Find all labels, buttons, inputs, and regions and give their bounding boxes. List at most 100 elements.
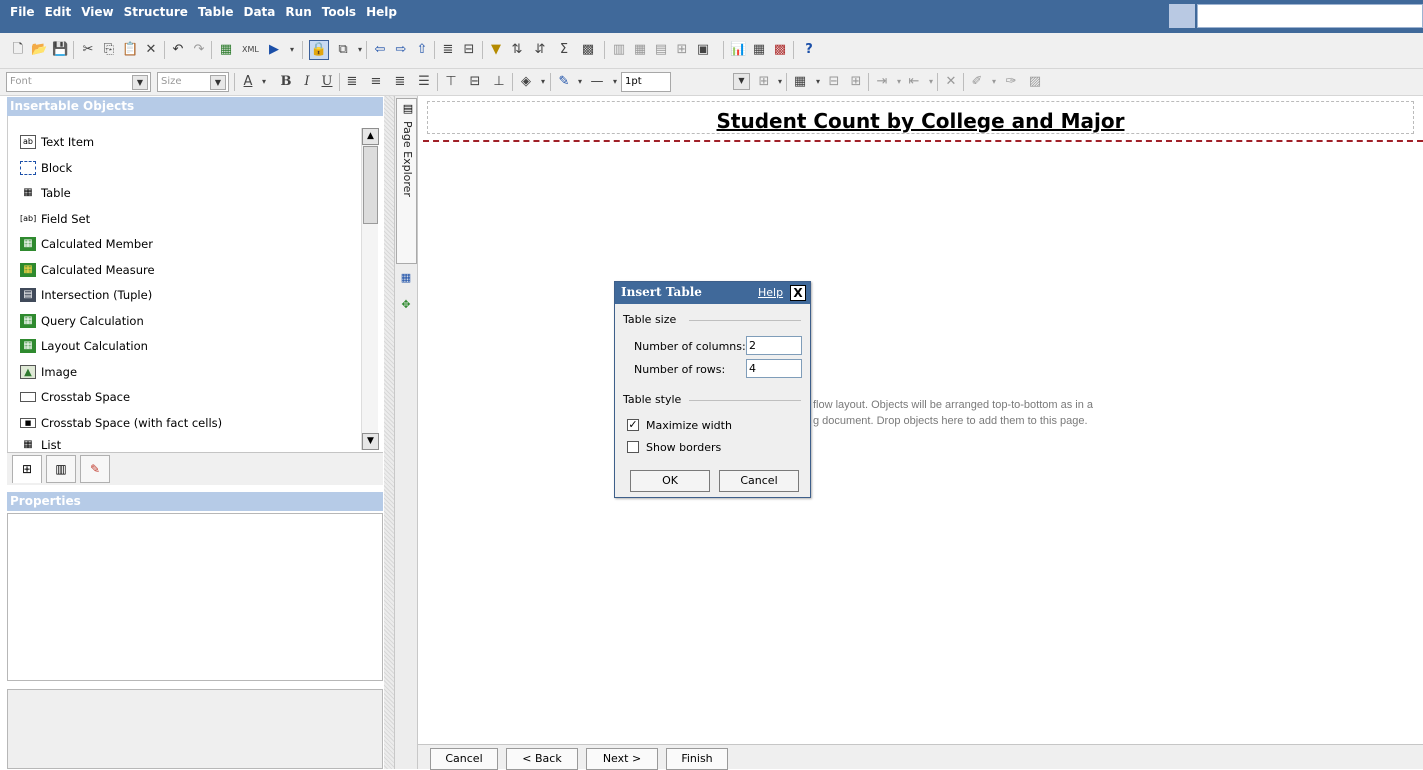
tab-toolbox[interactable]: ✎ [80,455,110,483]
properties-pane[interactable] [7,513,383,681]
background-color-dropdown-icon[interactable]: ▾ [535,74,551,90]
lock-icon[interactable]: 🔒 [309,40,329,60]
cancel-button[interactable]: Cancel [430,748,498,770]
section-icon[interactable]: ⊟ [461,42,477,58]
list-item[interactable]: ▦ Table [20,183,70,203]
size-dropdown[interactable]: Size ▼ [157,72,229,92]
list-item[interactable]: ▦ Calculated Member [20,234,153,254]
scroll-up-icon[interactable]: ▲ [362,128,379,145]
split-cells-icon[interactable]: ⊞ [848,74,864,90]
font-dropdown[interactable]: Font ▼ [6,72,151,92]
line-weight-dropdown[interactable]: 1pt [621,72,671,92]
scroll-down-icon[interactable]: ▼ [362,433,379,450]
border-style-icon[interactable]: — [585,74,609,90]
back-button[interactable]: < Back [506,748,578,770]
chevron-down-icon[interactable]: ▼ [733,73,750,90]
menu-data[interactable]: Data [244,0,282,33]
tab-page-explorer[interactable]: ▤ Page Explorer [396,98,417,264]
show-borders-checkbox[interactable] [627,441,639,453]
valign-middle-icon[interactable]: ⊟ [467,74,483,90]
arrow-right-icon[interactable]: ⇨ [393,42,409,58]
table-grid-icon[interactable]: ▦ [792,74,808,90]
justify-icon[interactable]: ☰ [416,74,432,90]
new-icon[interactable]: 🗋 [10,42,26,58]
tab-source[interactable]: ⊞ [12,455,42,483]
sort-icon[interactable]: ⇅ [509,42,525,58]
italic-icon[interactable]: I [299,74,315,90]
menu-file[interactable]: File [10,0,41,33]
columns-input[interactable]: 2 [746,336,802,355]
cancel-button[interactable]: Cancel [719,470,799,492]
condition-explorer-icon[interactable]: ✥ [399,298,413,312]
apply-style-icon[interactable]: ✑ [1003,74,1019,90]
maximize-width-checkbox[interactable]: ✓ [627,419,639,431]
cut-icon[interactable]: ✂ [80,42,96,58]
valign-top-icon[interactable]: ⊤ [443,74,459,90]
border-color-icon[interactable]: ✎ [556,74,572,90]
align-center-icon[interactable]: ≡ [368,74,384,90]
objects-scrollbar[interactable]: ▲ ▼ [361,128,379,450]
align-left-icon[interactable]: ≣ [344,74,360,90]
pick-style-icon[interactable]: ✐ [969,74,985,90]
query-explorer-icon[interactable]: ▦ [399,271,413,285]
list-item[interactable]: ▦ Calculated Measure [20,260,155,280]
ok-button[interactable]: OK [630,470,710,492]
list-item[interactable]: Crosstab Space [20,387,130,407]
pivot-icon[interactable]: ▥ [611,42,627,58]
tab-data-items[interactable]: ▥ [46,455,76,483]
picture-icon[interactable]: ▨ [1027,74,1043,90]
page-icon[interactable]: ▣ [695,42,711,58]
sum-icon[interactable]: Σ [556,42,572,58]
background-color-icon[interactable]: ◈ [518,74,534,90]
xml-icon[interactable]: XML [242,42,259,58]
merge-cells-icon[interactable]: ⊟ [826,74,842,90]
chevron-down-icon[interactable]: ▼ [210,75,226,90]
arrow-up-icon[interactable]: ⇧ [414,42,430,58]
menu-view[interactable]: View [81,0,119,33]
paste-icon[interactable]: 📋 [122,42,138,58]
align-right-icon[interactable]: ≣ [392,74,408,90]
finish-button[interactable]: Finish [666,748,728,770]
swap-icon[interactable]: ⊞ [674,42,690,58]
page-header[interactable]: Student Count by College and Major [427,101,1414,134]
copy-format-icon[interactable]: ⧉ [335,42,351,58]
undo-icon[interactable]: ↶ [170,42,186,58]
list-item[interactable]: ▤ Intersection (Tuple) [20,285,152,305]
table-grid-dropdown-icon[interactable]: ▾ [810,74,826,90]
underline-icon[interactable]: U [319,74,335,90]
save-icon[interactable]: 💾 [52,42,68,58]
list-item[interactable]: ▦ Layout Calculation [20,336,148,356]
list-item[interactable]: Block [20,158,72,178]
scroll-thumb[interactable] [363,146,378,224]
font-color-icon[interactable]: A [240,74,256,90]
clear-format-icon[interactable]: ✕ [943,74,959,90]
copy-icon[interactable]: ⎘ [101,42,117,58]
close-icon[interactable]: X [790,285,806,301]
report-canvas[interactable]: Student Count by College and Major flow … [418,96,1423,744]
bold-icon[interactable]: B [278,74,294,90]
list-item[interactable]: ab Text Item [20,132,94,152]
list-item[interactable]: ▦ List [20,438,61,452]
menu-run[interactable]: Run [285,0,317,33]
drill-icon[interactable]: ▩ [772,42,788,58]
report-icon[interactable]: ▦ [218,42,234,58]
layout-icon[interactable]: ▦ [751,42,767,58]
indent-dropdown-icon[interactable]: ▾ [891,74,907,90]
list-item[interactable]: [ab] Field Set [20,209,90,229]
indent-icon[interactable]: ⇥ [874,74,890,90]
run-dropdown-icon[interactable]: ▾ [284,42,300,58]
next-button[interactable]: Next > [586,748,658,770]
menu-tools[interactable]: Tools [322,0,362,33]
delete-icon[interactable]: ✕ [143,42,159,58]
page-title[interactable]: Student Count by College and Major [428,109,1413,133]
list-item[interactable]: ▦ Query Calculation [20,311,144,331]
chart-type-icon[interactable]: ▩ [580,42,596,58]
arrow-left-icon[interactable]: ⇦ [372,42,388,58]
redo-icon[interactable]: ↷ [191,42,207,58]
group-icon[interactable]: ≣ [440,42,456,58]
nest-icon[interactable]: ▤ [653,42,669,58]
menu-table[interactable]: Table [198,0,240,33]
help-link[interactable]: Help [758,286,783,299]
borders-icon[interactable]: ⊞ [756,74,772,90]
open-icon[interactable]: 📂 [31,42,47,58]
